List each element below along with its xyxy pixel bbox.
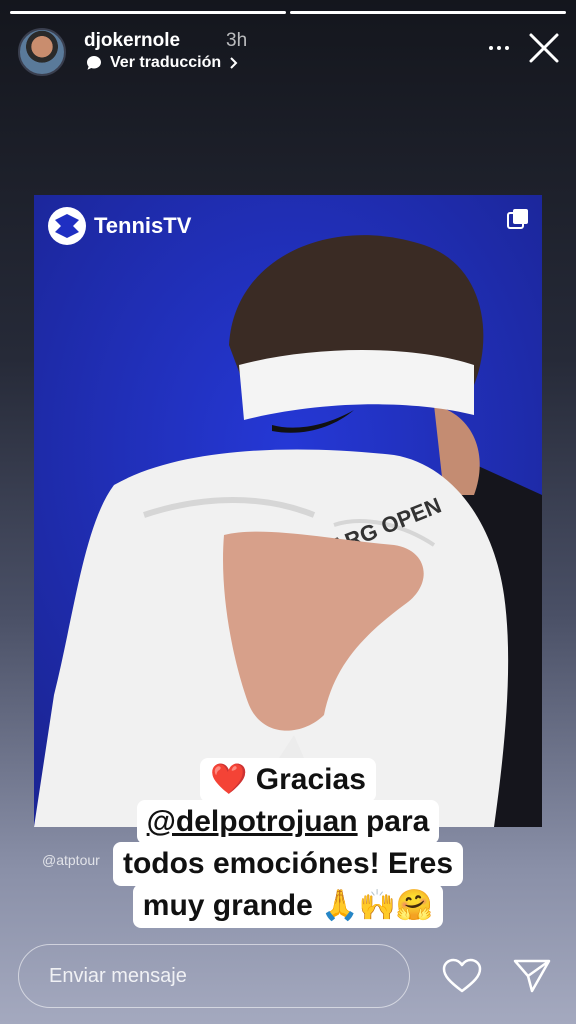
story-media-image: ARG OPEN TennisTV: [34, 195, 542, 827]
mention-link[interactable]: @delpotrojuan: [147, 805, 358, 838]
story-progress-bar: [10, 11, 566, 14]
more-dots-icon: [489, 46, 493, 50]
red-heart-emoji: ❤️: [210, 762, 248, 797]
caption-emojis: 🙏🙌🤗: [321, 888, 434, 923]
caption-line-4: muy grande 🙏🙌🤗: [132, 884, 444, 928]
translate-label: Ver traducción: [110, 54, 222, 71]
tennis-tv-logo-text: TennisTV: [94, 213, 192, 238]
multiple-images-icon: [507, 209, 528, 229]
caption-line-1: ❤️ Gracias: [200, 758, 376, 802]
close-icon[interactable]: [526, 30, 562, 66]
chevron-right-icon: [230, 57, 238, 69]
speech-bubble-icon: [87, 56, 101, 70]
story-header: djokernole 3h Ver traducción: [18, 28, 562, 80]
tennis-tv-logo-icon: [48, 207, 86, 245]
message-input[interactable]: [18, 944, 410, 1008]
caption-line-3: todos emociónes! Eres: [112, 842, 464, 886]
username[interactable]: djokernole: [84, 30, 180, 52]
progress-segment-2: [290, 11, 566, 14]
player-photo-illustration: ARG OPEN: [34, 195, 542, 827]
story-footer: [18, 944, 558, 1008]
progress-segment-1: [10, 11, 286, 14]
post-time: 3h: [226, 30, 248, 51]
more-options-button[interactable]: [484, 38, 514, 58]
avatar[interactable]: [18, 28, 66, 76]
translate-link[interactable]: Ver traducción: [86, 54, 239, 72]
send-icon[interactable]: [512, 958, 552, 994]
tennis-tv-logo: TennisTV: [46, 205, 191, 247]
caption-line-2: @delpotrojuan para: [136, 800, 440, 844]
heart-icon[interactable]: [442, 958, 482, 994]
story-caption: ❤️ Gracias @delpotrojuan para todos emoc…: [0, 758, 576, 928]
